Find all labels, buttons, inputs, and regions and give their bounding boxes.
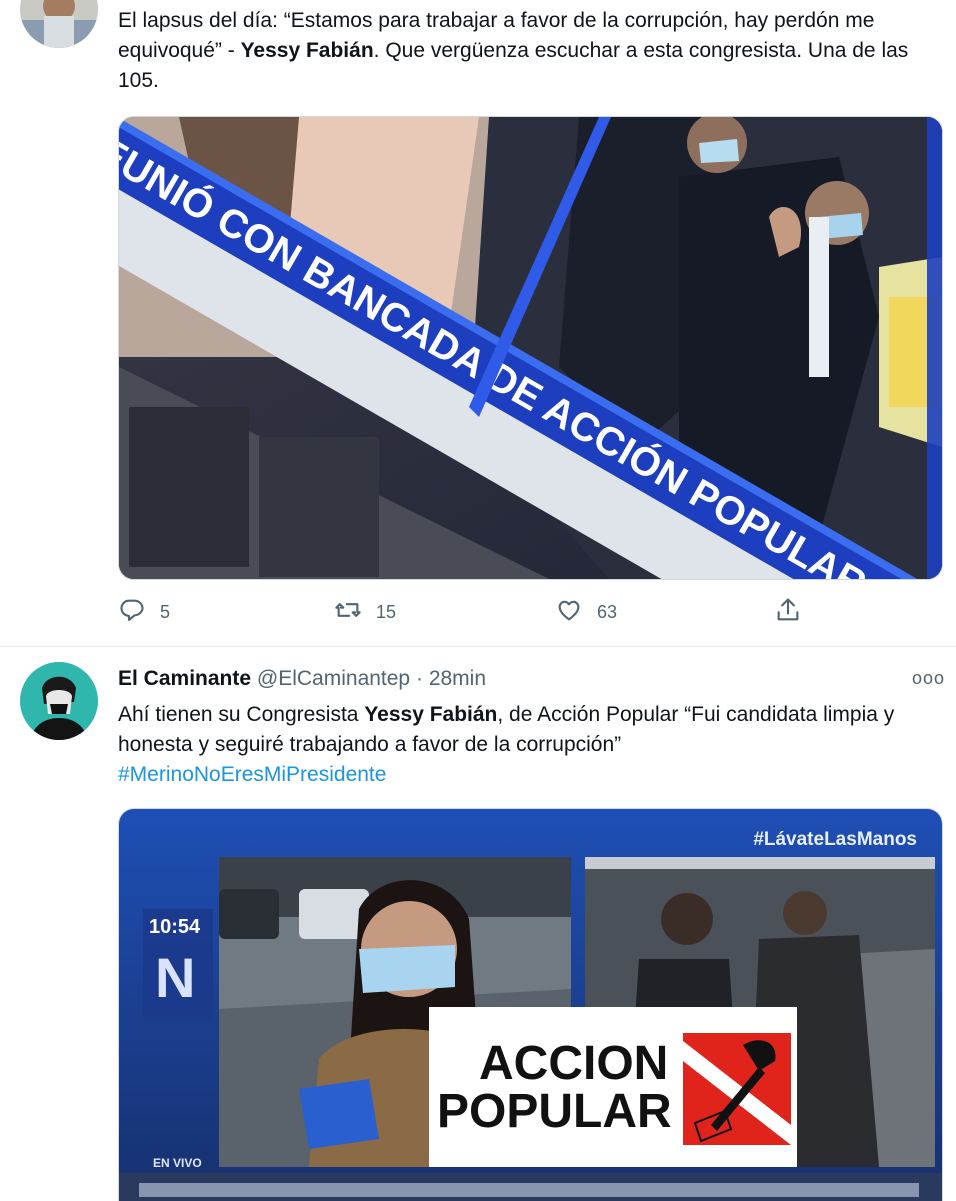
party-flag-icon [683,1033,791,1145]
retweet-count: 15 [376,602,397,622]
separator: · [415,667,423,690]
logo-text-line2: POPULAR [437,1085,672,1138]
hashtag-link[interactable]: #MerinoNoEresMiPresidente [118,763,386,786]
more-options-icon[interactable]: ooo [912,668,945,689]
avatar[interactable] [20,0,98,48]
like-button[interactable]: 63 [555,596,617,629]
reply-button[interactable]: 5 [118,596,170,629]
user-handle[interactable]: @ElCaminantep [257,667,410,690]
tweet-text: Ahí tienen su Congresista Yessy Fabián, … [118,700,948,790]
like-count: 63 [597,602,618,622]
logo-text-line1: ACCION [479,1037,668,1090]
retweet-button[interactable]: 15 [334,596,396,629]
tweet-1[interactable]: El lapsus del día: “Estamos para trabaja… [0,0,956,646]
tweet-actions: 5 15 63 [118,596,918,632]
retweet-icon [334,596,362,629]
tweet-header: El Caminante @ElCaminantep · 28min [118,664,486,694]
live-label: EN VIVO [153,1156,202,1170]
share-button[interactable] [774,596,802,629]
display-name[interactable]: El Caminante [118,667,251,690]
tweet-text-part: Ahí tienen su Congresista [118,703,365,726]
reply-count: 5 [160,602,171,622]
timestamp[interactable]: 28min [429,667,486,690]
reply-icon [118,596,146,629]
video-hashtag-overlay: #LávateLasManos [753,829,917,850]
like-icon [555,596,583,629]
tweet-media-video[interactable]: 10:54 N EN VIVO #LávateLasManos ACCION P… [118,808,943,1201]
avatar-el-caminante[interactable] [20,662,98,740]
mentioned-name: Yessy Fabián [240,39,374,62]
share-icon [774,596,802,629]
clock-text: 10:54 [149,916,201,938]
tweet-media-photo[interactable]: EUNIÓ CON BANCADA DE ACCIÓN POPULAR EN E… [118,116,943,580]
tweet-text: El lapsus del día: “Estamos para trabaja… [118,6,948,96]
channel-logo: N [155,946,195,1009]
mentioned-name: Yessy Fabián [364,703,498,726]
